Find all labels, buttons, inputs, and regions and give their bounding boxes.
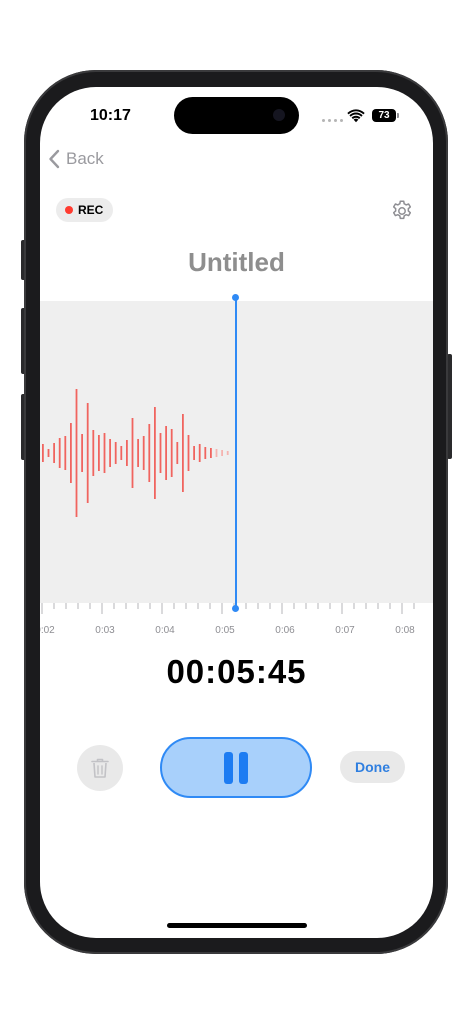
rec-label: REC: [78, 203, 104, 217]
timeline-label: 0:02: [40, 625, 55, 636]
gear-icon[interactable]: [390, 199, 414, 223]
recording-status-badge: REC: [56, 198, 114, 222]
waveform-bar: [154, 407, 156, 499]
waveform-bar: [64, 436, 67, 470]
playhead-top-handle[interactable]: [232, 294, 239, 301]
waveform-bar: [53, 443, 55, 463]
home-indicator[interactable]: [167, 923, 307, 928]
timeline-label: 0:08: [395, 625, 415, 636]
waveform-bar: [42, 444, 44, 462]
waveform-bar: [215, 449, 218, 457]
back-label: Back: [66, 149, 104, 168]
waveform-bar: [159, 433, 162, 473]
waveform-bar: [47, 449, 50, 457]
screen: 10:17 73 Back REC Untitled:02 0:03 0:04…: [40, 87, 433, 938]
playhead[interactable]: [235, 297, 237, 609]
playhead-bottom-handle[interactable]: [232, 605, 239, 612]
waveform-bar: [126, 440, 128, 466]
timeline-label: 0:03: [95, 625, 115, 636]
waveform-bar: [120, 446, 123, 460]
waveform-bar: [98, 435, 100, 471]
battery-tip: [397, 113, 399, 118]
record-dot-icon: [65, 206, 73, 214]
waveform-bar: [193, 446, 195, 460]
back-button[interactable]: Back: [48, 149, 104, 169]
waveform-bar: [58, 438, 61, 468]
timeline-label: 0:06: [275, 625, 295, 636]
waveform-bar: [148, 424, 151, 482]
trash-icon: [91, 758, 109, 778]
waveform-bar: [198, 444, 201, 462]
waveform-bar: [165, 426, 167, 480]
waveform-bar: [176, 442, 179, 464]
pause-icon: [224, 751, 233, 784]
waveform-bar: [109, 439, 111, 467]
waveform-bar: [131, 418, 134, 488]
waveform-bar: [70, 423, 72, 483]
recording-title[interactable]: Untitled: [40, 247, 433, 278]
wifi-icon: [347, 109, 365, 123]
waveform-bar: [221, 450, 223, 456]
waveform-bar: [86, 403, 89, 503]
front-camera: [273, 109, 285, 121]
waveform-bar: [182, 414, 184, 492]
pause-icon: [239, 751, 248, 784]
waveform-bar: [142, 436, 145, 470]
cellular-signal-icon: [322, 119, 343, 122]
waveform-bar: [187, 435, 190, 471]
pause-button[interactable]: [160, 737, 312, 798]
elapsed-timer: 00:05:45: [166, 653, 307, 690]
status-time: 10:17: [90, 107, 131, 124]
battery-level: 73: [372, 109, 396, 122]
timeline-label: 0:04: [155, 625, 175, 636]
waveform-bar: [210, 448, 212, 458]
waveform-bar: [81, 434, 83, 472]
waveform-bar: [114, 442, 117, 464]
chevron-left-icon: [49, 149, 60, 169]
waveform-bar: [226, 451, 229, 455]
waveform-bar: [137, 439, 139, 467]
timeline-label: 0:07: [335, 625, 355, 636]
timeline-label: 0:05: [215, 625, 235, 636]
delete-button[interactable]: [77, 745, 123, 791]
device-stage: 10:17 73 Back REC Untitled:02 0:03 0:04…: [0, 0, 473, 1024]
waveform-bar: [204, 447, 207, 459]
waveform-bar: [170, 429, 173, 477]
done-button[interactable]: Done: [340, 751, 405, 783]
waveform-bar: [103, 433, 106, 473]
waveform-bar: [92, 430, 95, 476]
dynamic-island: [174, 97, 299, 134]
waveform-bar: [75, 389, 78, 517]
